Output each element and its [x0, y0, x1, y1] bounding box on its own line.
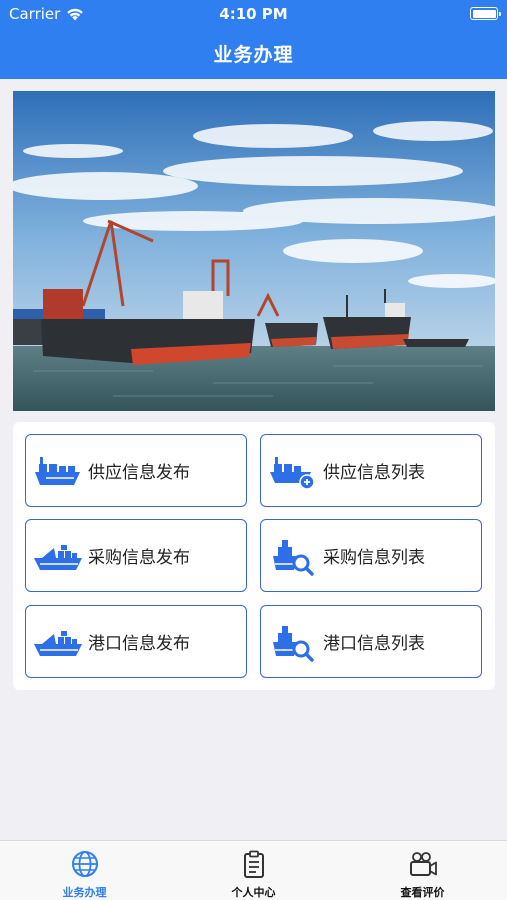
tile-label: 采购信息列表 — [323, 548, 425, 568]
ship-search-icon — [273, 539, 314, 576]
banner-image — [13, 91, 495, 411]
tile-port-publish[interactable]: 港口信息发布 — [25, 605, 247, 678]
cargo-ship-publish-icon — [35, 456, 80, 485]
tile-supply-publish[interactable]: 供应信息发布 — [25, 434, 247, 507]
nav-header: Carrier 4:10 PM 业务办理 — [0, 0, 507, 79]
clipboard-icon — [243, 850, 264, 878]
container-ship-publish-icon — [34, 544, 82, 570]
tab-label: 个人中心 — [231, 886, 276, 899]
tile-purchase-list[interactable]: 采购信息列表 — [260, 519, 482, 592]
ship-search-icon — [273, 625, 314, 662]
battery-icon — [470, 7, 501, 20]
tile-label: 供应信息列表 — [323, 463, 425, 483]
tab-business[interactable]: 业务办理 — [0, 841, 169, 900]
tile-port-list[interactable]: 港口信息列表 — [260, 605, 482, 678]
tab-profile[interactable]: 个人中心 — [169, 841, 338, 900]
globe-icon — [71, 851, 98, 877]
tile-label: 采购信息发布 — [88, 548, 190, 568]
tab-label: 查看评价 — [400, 886, 445, 899]
tab-reviews[interactable]: 查看评价 — [338, 841, 507, 900]
tile-label: 港口信息发布 — [88, 634, 190, 654]
page-title: 业务办理 — [213, 44, 294, 66]
tab-bar: 业务办理 个人中心 查看评价 — [0, 840, 507, 900]
cargo-ship-list-icon — [270, 456, 315, 490]
tab-label: 业务办理 — [62, 886, 107, 899]
status-time: 4:10 PM — [219, 5, 288, 23]
tile-label: 供应信息发布 — [88, 463, 190, 483]
tile-label: 港口信息列表 — [323, 634, 425, 654]
container-ship-publish-icon — [34, 630, 82, 656]
menu-panel: 供应信息发布 供应信息列表 采购信息发布 采购信息列表 港口信息发布 港口信息列… — [13, 422, 495, 690]
tile-purchase-publish[interactable]: 采购信息发布 — [25, 519, 247, 592]
tile-supply-list[interactable]: 供应信息列表 — [260, 434, 482, 507]
status-bar: Carrier 4:10 PM — [0, 0, 507, 28]
video-camera-icon — [409, 852, 437, 876]
